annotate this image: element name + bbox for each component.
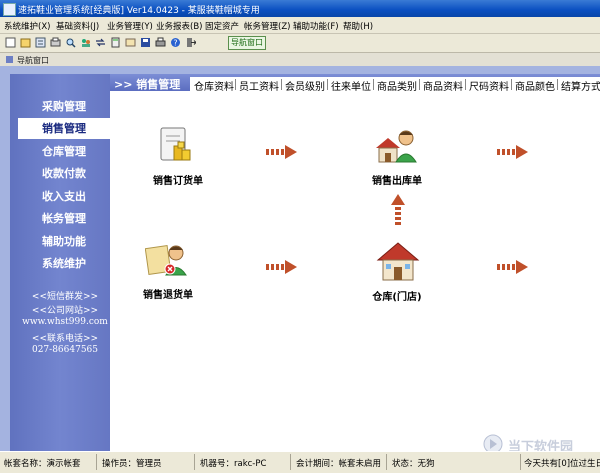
svg-text:?: ? — [173, 39, 177, 48]
title-bar[interactable]: 速拓鞋业管理系统[经典版] Ver14.0423 - 某服装鞋帽城专用 — [0, 0, 600, 17]
flow-arrow-right — [266, 260, 297, 274]
transfer-icon[interactable] — [95, 37, 106, 48]
tab-staff-data[interactable]: 员工资料 — [239, 78, 279, 93]
menu-reports[interactable]: 业务报表(B) — [156, 20, 202, 32]
menu-fixed-assets[interactable]: 固定资产 — [205, 20, 239, 32]
nav-window-button[interactable]: 导航窗口 — [228, 36, 266, 50]
status-divider — [290, 454, 291, 470]
mdi-window-title: 导航窗口 — [17, 56, 49, 65]
menu-basic-data[interactable]: 基础资料(J) — [56, 20, 99, 32]
tab-size-data[interactable]: 尺码资料 — [469, 78, 509, 93]
website-link[interactable]: <<公司网站>> — [10, 303, 120, 316]
flow-arrow-right — [497, 260, 528, 274]
sidebar-item-warehouse[interactable]: 仓库管理 — [18, 141, 110, 162]
flow-arrow-up — [391, 194, 405, 225]
exit-icon[interactable] — [185, 37, 196, 48]
sidebar-item-system[interactable]: 系统维护 — [18, 253, 110, 274]
sidebar-item-income-expense[interactable]: 收入支出 — [18, 186, 110, 207]
sales-outbound-label: 销售出库单 — [372, 176, 422, 187]
sidebar: 采购管理 销售管理 仓库管理 收款付款 收入支出 帐务管理 辅助功能 系统维护 … — [10, 74, 110, 451]
quick-tabs: 仓库资料 员工资料 会员级别 往来单位 商品类别 商品资料 尺码资料 商品颜色 … — [190, 77, 600, 93]
tab-divider — [465, 79, 466, 90]
flow-arrow-right — [266, 145, 297, 159]
outbound-house-person-icon — [376, 130, 417, 163]
tab-partners[interactable]: 往来单位 — [331, 78, 371, 93]
status-operator: 操作员：管理员 — [102, 459, 162, 469]
app-icon — [3, 3, 16, 16]
status-divider — [194, 454, 195, 470]
status-birthdays: 今天共有[0]位过生日 — [524, 459, 600, 469]
new-icon[interactable] — [5, 37, 16, 48]
status-period: 会计期间：帐套未启用 — [296, 459, 382, 469]
flow-arrow-right — [497, 145, 528, 159]
return-person-icon — [145, 245, 187, 276]
mdi-window-bar[interactable]: 导航窗口 — [0, 53, 600, 67]
module-sales-outbound[interactable]: 销售出库单 — [352, 126, 442, 187]
tab-divider — [327, 79, 328, 90]
tab-divider — [557, 79, 558, 90]
sidebar-item-payments[interactable]: 收款付款 — [18, 163, 110, 184]
tab-goods-color[interactable]: 商品颜色 — [515, 78, 555, 93]
tab-divider — [511, 79, 512, 90]
module-warehouse[interactable]: 仓库(门店) — [352, 240, 442, 303]
status-divider — [520, 454, 521, 470]
tab-divider — [419, 79, 420, 90]
window-icon — [6, 56, 13, 63]
status-divider — [96, 454, 97, 470]
status-state: 状态：无狗 — [392, 459, 435, 469]
tab-divider — [281, 79, 282, 90]
status-machine: 机器号：rakc-PC — [200, 459, 267, 469]
sidebar-item-aux[interactable]: 辅助功能 — [18, 231, 110, 252]
menu-system[interactable]: 系统维护(X) — [4, 20, 50, 32]
list-icon[interactable] — [35, 37, 46, 48]
status-bar: 帐套名称：演示帐套 操作员：管理员 机器号：rakc-PC 会计期间：帐套未启用… — [0, 451, 600, 473]
sidebar-item-accounts[interactable]: 帐务管理 — [18, 208, 110, 229]
tab-warehouse-data[interactable]: 仓库资料 — [194, 78, 234, 93]
save-icon[interactable] — [140, 37, 151, 48]
contact-link[interactable]: <<联系电话>> — [10, 331, 120, 344]
tab-goods-category[interactable]: 商品类别 — [377, 78, 417, 93]
sales-return-label: 销售退货单 — [143, 290, 193, 301]
status-account: 帐套名称：演示帐套 — [4, 459, 81, 469]
calc-icon[interactable] — [110, 37, 121, 48]
section-title: >> 销售管理 — [114, 78, 181, 91]
order-document-icon — [160, 127, 191, 161]
tab-member-level[interactable]: 会员级别 — [285, 78, 325, 93]
sales-order-label: 销售订货单 — [153, 176, 203, 187]
module-sales-order[interactable]: 销售订货单 — [133, 126, 223, 187]
sms-link[interactable]: <<短信群发>> — [10, 289, 120, 302]
menu-business[interactable]: 业务管理(Y) — [107, 20, 153, 32]
status-divider — [386, 454, 387, 470]
tab-divider — [373, 79, 374, 90]
sidebar-item-purchase[interactable]: 采购管理 — [18, 96, 110, 117]
find-icon[interactable] — [65, 37, 76, 48]
card-icon[interactable] — [125, 37, 136, 48]
phone-number: 027-86647565 — [31, 345, 99, 355]
menu-help[interactable]: 帮助(H) — [343, 20, 373, 32]
print-preview-icon[interactable] — [50, 37, 61, 48]
menu-bar: 系统维护(X) 基础资料(J) 业务管理(Y) 业务报表(B) 固定资产 帐务管… — [0, 17, 600, 34]
print-icon[interactable] — [155, 37, 166, 48]
toolbar: ? 导航窗口 — [0, 34, 600, 53]
users-icon[interactable] — [80, 37, 91, 48]
sidebar-item-sales[interactable]: 销售管理 — [18, 118, 110, 139]
tab-divider — [235, 79, 236, 90]
tab-goods-data[interactable]: 商品资料 — [423, 78, 463, 93]
warehouse-label: 仓库(门店) — [372, 292, 422, 303]
menu-accounts[interactable]: 帐务管理(Z) — [244, 20, 290, 32]
open-icon[interactable] — [20, 37, 31, 48]
warehouse-house-icon — [376, 242, 420, 281]
website-url[interactable]: www.whst999.com — [10, 317, 120, 327]
help-icon[interactable]: ? — [170, 37, 181, 48]
module-sales-return[interactable]: 销售退货单 — [123, 241, 213, 301]
tab-settlement[interactable]: 结算方式 — [561, 78, 600, 93]
menu-aux[interactable]: 辅助功能(F) — [293, 20, 339, 32]
window-title: 速拓鞋业管理系统[经典版] Ver14.0423 - 某服装鞋帽城专用 — [18, 6, 260, 16]
